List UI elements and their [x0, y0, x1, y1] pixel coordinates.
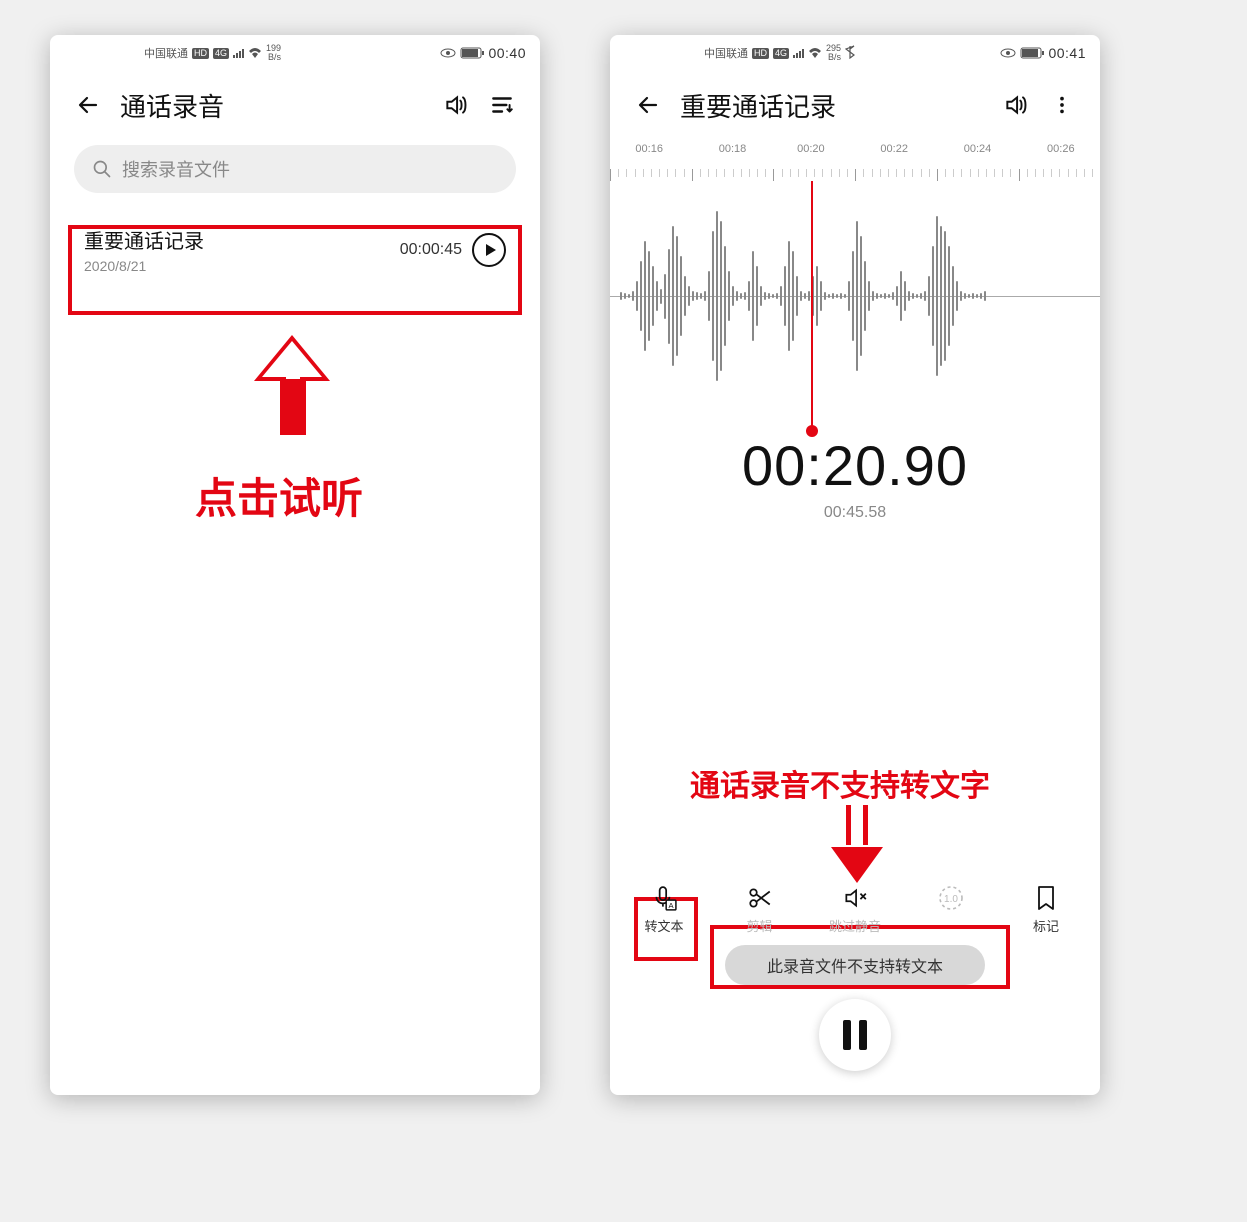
- wifi-icon: [248, 47, 262, 59]
- mic-text-icon: A: [636, 884, 692, 912]
- toast-message: 此录音文件不支持转文本: [725, 945, 985, 985]
- speaker-icon[interactable]: [1002, 91, 1030, 119]
- current-time: 00:20.90: [610, 433, 1100, 498]
- more-menu-icon[interactable]: [1048, 91, 1076, 119]
- clock: 00:40: [488, 45, 526, 61]
- tool-skip-silence[interactable]: 跳过静音: [827, 884, 883, 935]
- play-button[interactable]: [472, 233, 506, 267]
- data-rate: 295 B/s: [826, 44, 841, 62]
- status-bar: 中国联通 HD 4G 199 B/s 00:40: [50, 35, 540, 71]
- back-button[interactable]: [634, 91, 662, 119]
- page-title: 重要通话记录: [680, 87, 984, 124]
- scissors-icon: [732, 884, 788, 912]
- annotation-label: 点击试听: [195, 465, 363, 526]
- hd-icon: HD: [192, 48, 209, 59]
- wifi-icon: [808, 47, 822, 59]
- timeline-labels: 00:16 00:18 00:20 00:22 00:24 00:26: [610, 143, 1100, 169]
- tool-to-text[interactable]: A 转文本: [636, 884, 692, 935]
- timeline-ruler: document.write(Array.from({length:60},(_…: [610, 169, 1100, 181]
- tool-bookmark[interactable]: 标记: [1018, 884, 1074, 935]
- sort-icon[interactable]: [488, 91, 516, 119]
- phone-screenshot-list: 中国联通 HD 4G 199 B/s 00:40 通话录音: [50, 35, 540, 1095]
- search-placeholder: 搜索录音文件: [122, 156, 230, 182]
- pause-button[interactable]: [819, 999, 891, 1071]
- recording-duration: 00:00:45: [400, 241, 462, 259]
- playhead-indicator: [811, 181, 813, 429]
- battery-icon: [460, 47, 484, 59]
- signal-bars-icon: [233, 48, 244, 58]
- eye-comfort-icon: [440, 48, 456, 58]
- svg-text:1.0: 1.0: [944, 894, 958, 905]
- network-label: 4G: [773, 48, 789, 59]
- search-input[interactable]: 搜索录音文件: [74, 145, 516, 193]
- player-toolbar: A 转文本 剪辑 跳过静音 1.0: [610, 884, 1100, 1071]
- carrier-label: 中国联通: [704, 45, 748, 61]
- tool-speed[interactable]: 1.0: [923, 884, 979, 931]
- bluetooth-icon: [845, 45, 855, 62]
- bookmark-icon: [1018, 884, 1074, 912]
- waveform[interactable]: [610, 181, 1100, 411]
- carrier-label: 中国联通: [144, 45, 188, 61]
- annotation-arrow-up-icon: [262, 335, 322, 435]
- speaker-icon[interactable]: [442, 91, 470, 119]
- signal-bars-icon: [793, 48, 804, 58]
- battery-icon: [1020, 47, 1044, 59]
- recording-item[interactable]: 重要通话记录 2020/8/21 00:00:45: [74, 211, 516, 288]
- recording-date: 2020/8/21: [84, 258, 400, 274]
- network-label: 4G: [213, 48, 229, 59]
- status-bar: 中国联通 HD 4G 295 B/s 00:41: [610, 35, 1100, 71]
- clock: 00:41: [1048, 45, 1086, 61]
- mute-icon: [827, 884, 883, 912]
- annotation-arrow-down-icon: [832, 805, 882, 885]
- speed-icon: 1.0: [923, 884, 979, 912]
- back-button[interactable]: [74, 91, 102, 119]
- tool-trim[interactable]: 剪辑: [732, 884, 788, 935]
- eye-comfort-icon: [1000, 48, 1016, 58]
- header: 重要通话记录: [610, 71, 1100, 139]
- search-icon: [92, 159, 112, 179]
- recording-name: 重要通话记录: [84, 225, 400, 254]
- hd-icon: HD: [752, 48, 769, 59]
- data-rate: 199 B/s: [266, 44, 281, 62]
- header: 通话录音: [50, 71, 540, 139]
- total-time: 00:45.58: [610, 504, 1100, 522]
- page-title: 通话录音: [120, 87, 424, 124]
- phone-screenshot-player: 中国联通 HD 4G 295 B/s 00:41: [610, 35, 1100, 1095]
- annotation-label: 通话录音不支持转文字: [690, 761, 990, 805]
